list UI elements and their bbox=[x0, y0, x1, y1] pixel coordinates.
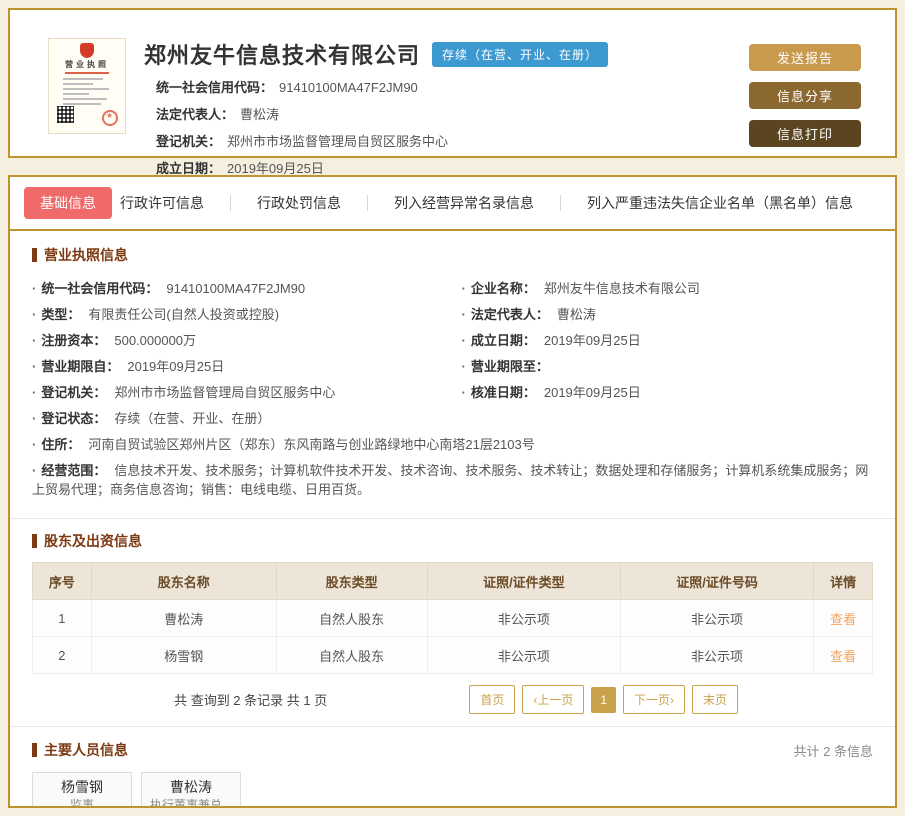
tab-divider bbox=[367, 195, 368, 211]
tab-admin-license[interactable]: 行政许可信息 bbox=[120, 187, 204, 219]
header-field-credit-code: 统一社会信用代码： 91410100MA47F2JM90 bbox=[156, 80, 418, 95]
tab-divider bbox=[560, 195, 561, 211]
member-role: 执行董事兼总... bbox=[149, 798, 232, 808]
tab-basic-info[interactable]: 基础信息 bbox=[24, 187, 112, 219]
shareholders-table: 序号 股东名称 股东类型 证照/证件类型 证照/证件号码 详情 1 曹松涛 自然… bbox=[32, 562, 873, 674]
cell-index: 2 bbox=[32, 636, 92, 674]
section-title: 主要人员信息 bbox=[44, 742, 128, 758]
tab-admin-penalty[interactable]: 行政处罚信息 bbox=[257, 187, 341, 219]
first-page-button[interactable]: 首页 bbox=[469, 685, 516, 714]
tab-serious-violations[interactable]: 列入严重违法失信企业名单（黑名单）信息 bbox=[587, 187, 853, 219]
field-credit-code: 统一社会信用代码：91410100MA47F2JM90 bbox=[32, 279, 444, 298]
member-name: 杨雪钢 bbox=[61, 779, 103, 795]
personnel-count-label: 共计 2 条信息 bbox=[793, 743, 873, 759]
cell-name: 杨雪钢 bbox=[90, 636, 277, 674]
heading-bar bbox=[32, 534, 37, 548]
company-summary-panel: 营业执照 郑州友牛信息技术有限公司 存续（在营、开业、在册） 统一社会信用代码：… bbox=[8, 8, 897, 176]
license-fields-grid: 统一社会信用代码：91410100MA47F2JM90 企业名称：郑州友牛信息技… bbox=[32, 279, 873, 506]
company-info: 郑州友牛信息技术有限公司 存续（在营、开业、在册） 统一社会信用代码： 91410… bbox=[126, 38, 749, 188]
section-heading-license: 营业执照信息 bbox=[32, 245, 873, 265]
business-license-thumbnail: 营业执照 bbox=[48, 38, 126, 134]
header-field-registry: 登记机关： 郑州市市场监督管理局自贸区服务中心 bbox=[156, 134, 449, 149]
section-title: 营业执照信息 bbox=[44, 247, 128, 263]
license-text-line bbox=[63, 93, 89, 95]
member-name: 曹松涛 bbox=[170, 779, 212, 795]
personnel-cards: 杨雪钢 监事 曹松涛 执行董事兼总... bbox=[32, 772, 873, 808]
section-heading-shareholders: 股东及出资信息 bbox=[32, 531, 873, 551]
shareholders-section: 股东及出资信息 序号 股东名称 股东类型 证照/证件类型 证照/证件号码 详情 … bbox=[10, 519, 895, 726]
detail-panel: 基础信息 行政许可信息 行政处罚信息 列入经营异常名录信息 列入严重违法失信企业… bbox=[8, 175, 897, 808]
heading-bar bbox=[32, 743, 37, 757]
header-action-buttons: 发送报告 信息分享 信息打印 bbox=[749, 38, 877, 147]
field-legal-rep: 法定代表人：曹松涛 bbox=[462, 305, 874, 324]
print-info-button[interactable]: 信息打印 bbox=[749, 120, 861, 147]
field-registry: 登记机关：郑州市市场监督管理局自贸区服务中心 bbox=[32, 383, 444, 402]
table-row: 1 曹松涛 自然人股东 非公示项 非公示项 查看 bbox=[32, 599, 873, 637]
view-detail-link[interactable]: 查看 bbox=[830, 649, 856, 664]
field-registered-capital: 注册资本：500.000000万 bbox=[32, 331, 444, 350]
table-header-row: 序号 股东名称 股东类型 证照/证件类型 证照/证件号码 详情 bbox=[32, 562, 873, 600]
field-approval-date: 核准日期：2019年09月25日 bbox=[462, 383, 874, 402]
status-badge: 存续（在营、开业、在册） bbox=[432, 41, 609, 67]
col-name: 股东名称 bbox=[90, 562, 277, 600]
cell-cert-type: 非公示项 bbox=[426, 636, 621, 674]
col-cert-type: 证照/证件类型 bbox=[426, 562, 621, 600]
field-term-from: 营业期限自：2019年09月25日 bbox=[32, 357, 444, 376]
col-index: 序号 bbox=[32, 562, 92, 600]
cell-type: 自然人股东 bbox=[275, 599, 428, 637]
section-title: 股东及出资信息 bbox=[44, 533, 142, 549]
pagination-summary: 共 查询到 2 条记录 共 1 页 bbox=[174, 693, 328, 708]
field-company-type: 类型：有限责任公司(自然人投资或控股) bbox=[32, 305, 444, 324]
license-caption: 营业执照 bbox=[65, 60, 109, 69]
prev-page-button[interactable]: ‹上一页 bbox=[522, 685, 585, 714]
license-text-line bbox=[63, 78, 103, 80]
field-company-name: 企业名称：郑州友牛信息技术有限公司 bbox=[462, 279, 874, 298]
page-number-button[interactable]: 1 bbox=[591, 686, 617, 713]
last-page-button[interactable]: 末页 bbox=[692, 685, 739, 714]
national-emblem-icon bbox=[80, 43, 94, 58]
field-business-scope: 经营范围：信息技术开发、技术服务；计算机软件技术开发、技术咨询、技术服务、技术转… bbox=[32, 461, 873, 499]
license-text-line bbox=[63, 83, 93, 85]
field-founded-date: 成立日期：2019年09月25日 bbox=[462, 331, 874, 350]
personnel-card[interactable]: 曹松涛 执行董事兼总... bbox=[141, 772, 241, 808]
col-cert-no: 证照/证件号码 bbox=[619, 562, 815, 600]
license-text-line bbox=[63, 88, 109, 90]
header-field-founded-date: 成立日期： 2019年09月25日 bbox=[156, 161, 324, 176]
personnel-card[interactable]: 杨雪钢 监事 bbox=[32, 772, 132, 808]
next-page-button[interactable]: 下一页› bbox=[623, 685, 686, 714]
share-info-button[interactable]: 信息分享 bbox=[749, 82, 861, 109]
section-heading-personnel: 主要人员信息 共计 2 条信息 bbox=[32, 740, 873, 760]
col-detail: 详情 bbox=[813, 562, 873, 600]
license-text-line bbox=[63, 98, 107, 100]
field-address: 住所：河南自贸试验区郑州片区（郑东）东风南路与创业路绿地中心南塔21层2103号 bbox=[32, 435, 873, 454]
pagination: 共 查询到 2 条记录 共 1 页 首页 ‹上一页 1 下一页› 末页 bbox=[32, 674, 873, 726]
key-personnel-section: 主要人员信息 共计 2 条信息 杨雪钢 监事 曹松涛 执行董事兼总... bbox=[10, 727, 895, 808]
heading-bar bbox=[32, 248, 37, 262]
cell-type: 自然人股东 bbox=[275, 636, 428, 674]
business-license-section: 营业执照信息 统一社会信用代码：91410100MA47F2JM90 企业名称：… bbox=[10, 231, 895, 506]
red-seal-icon bbox=[102, 110, 118, 126]
company-name-title: 郑州友牛信息技术有限公司 bbox=[144, 43, 421, 68]
view-detail-link[interactable]: 查看 bbox=[830, 612, 856, 627]
tab-abnormal-operations[interactable]: 列入经营异常名录信息 bbox=[394, 187, 534, 219]
header-field-legal-rep: 法定代表人： 曹松涛 bbox=[156, 107, 280, 122]
license-text-line bbox=[63, 103, 101, 105]
cell-cert-type: 非公示项 bbox=[426, 599, 621, 637]
table-row: 2 杨雪钢 自然人股东 非公示项 非公示项 查看 bbox=[32, 636, 873, 674]
cell-name: 曹松涛 bbox=[90, 599, 277, 637]
col-type: 股东类型 bbox=[275, 562, 428, 600]
send-report-button[interactable]: 发送报告 bbox=[749, 44, 861, 71]
tab-divider bbox=[230, 195, 231, 211]
license-red-line bbox=[65, 72, 109, 74]
cell-cert-no: 非公示项 bbox=[619, 636, 815, 674]
field-registration-status: 登记状态：存续（在营、开业、在册） bbox=[32, 409, 873, 428]
field-term-to: 营业期限至： bbox=[462, 357, 874, 376]
member-role: 监事 bbox=[69, 798, 94, 808]
cell-cert-no: 非公示项 bbox=[619, 599, 815, 637]
qr-code-icon bbox=[57, 106, 74, 123]
cell-index: 1 bbox=[32, 599, 92, 637]
